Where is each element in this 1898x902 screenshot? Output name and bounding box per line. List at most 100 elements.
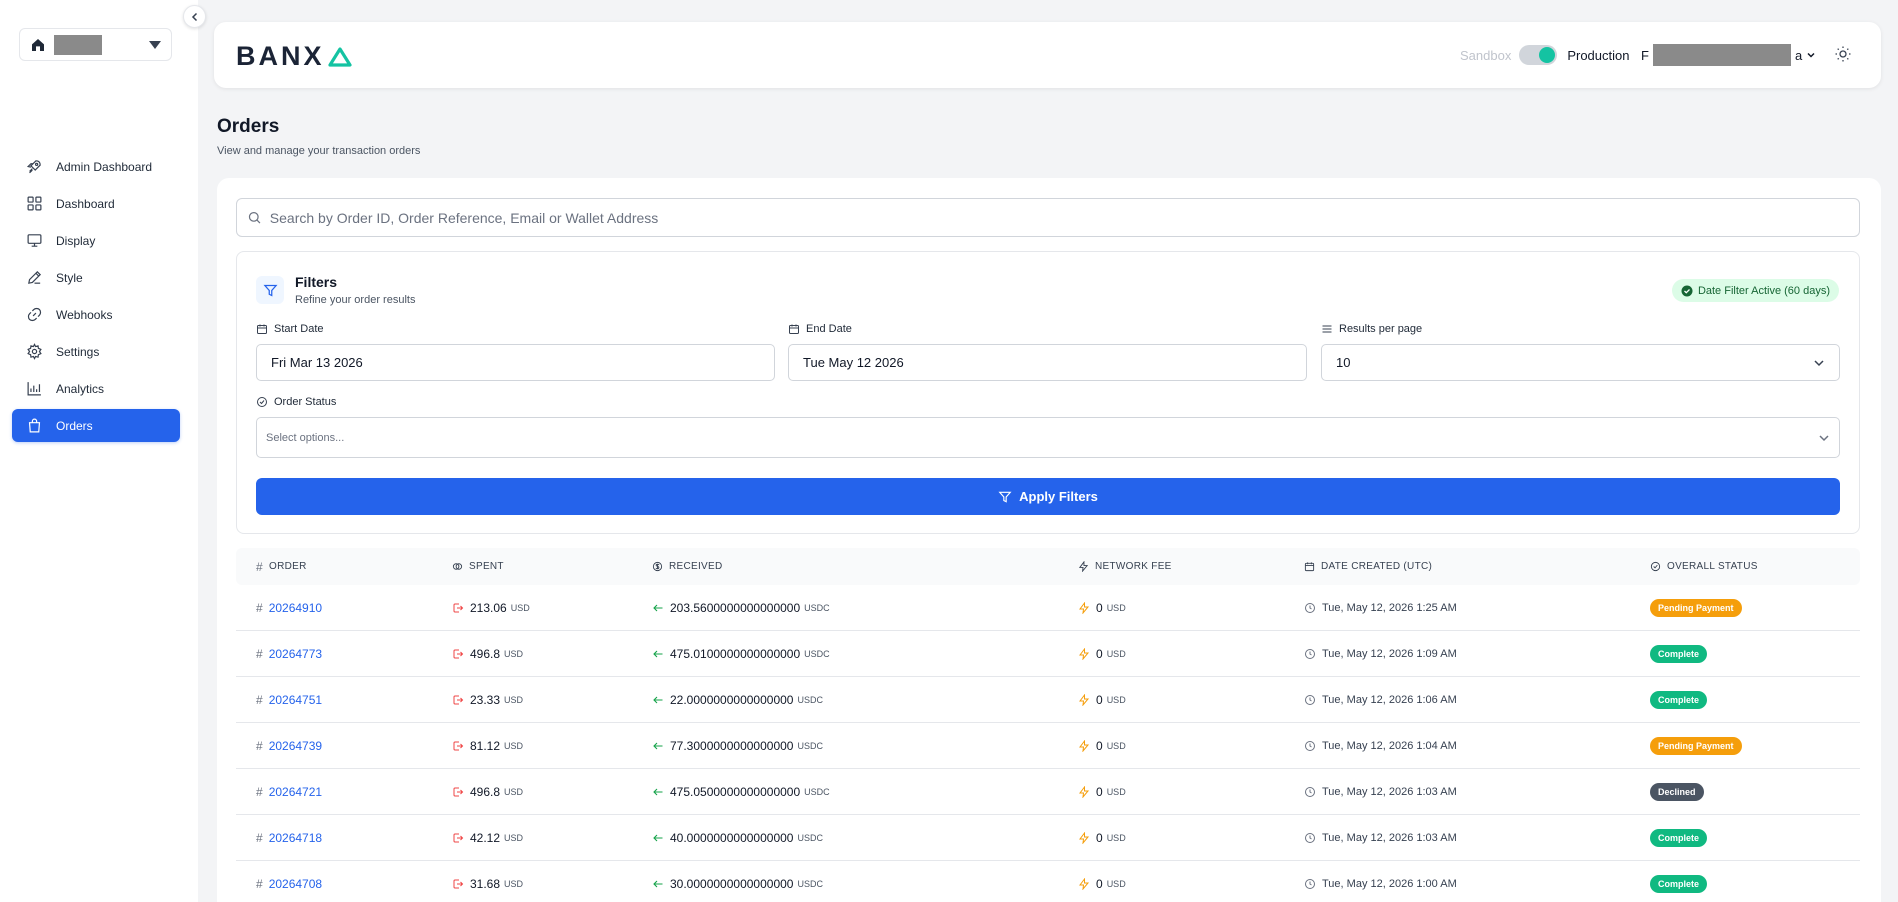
header-order[interactable]: # ORDER [256, 560, 307, 574]
spent-cell: 42.12 USD [452, 831, 523, 845]
fee-cell: 0 USD [1078, 785, 1126, 799]
page-title: Orders [217, 116, 280, 137]
header-date-created[interactable]: DATE CREATED (UTC) [1304, 561, 1432, 572]
received-unit: USDC [797, 878, 823, 889]
header-spent[interactable]: SPENT [452, 561, 504, 572]
shopping-bag-icon [28, 418, 41, 433]
environment-switch: Sandbox Production [1460, 22, 1629, 88]
end-date-field[interactable]: Tue May 12 2026 [788, 344, 1307, 381]
sidebar-item-label: Webhooks [56, 307, 113, 322]
received-cell: 475.0500000000000000 USDC [652, 785, 830, 799]
date-created-text: Tue, May 12, 2026 1:00 AM [1322, 877, 1457, 890]
order-cell: # 20264773 [256, 647, 322, 661]
date-created-text: Tue, May 12, 2026 1:03 AM [1322, 831, 1457, 844]
clock-icon [1305, 740, 1315, 751]
sidebar-item-style[interactable]: Style [12, 261, 180, 294]
table-row[interactable]: # 20264739 81.12 USD 77.3000000000000000… [236, 723, 1860, 769]
sidebar-item-analytics[interactable]: Analytics [12, 372, 180, 405]
check-circle-outline-icon [1650, 561, 1661, 572]
date-cell: Tue, May 12, 2026 1:04 AM [1304, 740, 1457, 752]
environment-toggle[interactable] [1519, 45, 1558, 65]
spent-amount: 213.06 [470, 600, 507, 615]
spent-cell: 23.33 USD [452, 693, 523, 707]
clock-icon [1305, 602, 1315, 613]
table-row[interactable]: # 20264718 42.12 USD 40.0000000000000000… [236, 815, 1860, 861]
spent-cell: 213.06 USD [452, 601, 530, 615]
filter-icon [262, 284, 278, 297]
sun-icon [1835, 46, 1851, 62]
sidebar-item-orders[interactable]: Orders [12, 409, 180, 442]
spent-amount: 496.8 [470, 784, 501, 799]
calendar-icon [789, 324, 799, 334]
arrow-left-icon [653, 880, 663, 887]
spent-unit: USD [504, 832, 524, 843]
order-cell: # 20264708 [256, 877, 322, 891]
order-id-link[interactable]: 20264739 [269, 739, 322, 753]
start-date-value: Fri Mar 13 2026 [271, 355, 363, 370]
sidebar-item-label: Analytics [56, 381, 105, 396]
table-row[interactable]: # 20264910 213.06 USD 203.56000000000000… [236, 585, 1860, 631]
theme-toggle-button[interactable] [1834, 45, 1852, 68]
table-row[interactable]: # 20264708 31.68 USD 30.0000000000000000… [236, 861, 1860, 902]
sidebar-item-settings[interactable]: Settings [12, 335, 180, 368]
results-per-page-select[interactable]: 10 [1321, 344, 1840, 381]
start-date-field[interactable]: Fri Mar 13 2026 [256, 344, 775, 381]
sidebar-item-webhooks[interactable]: Webhooks [12, 298, 180, 331]
date-cell: Tue, May 12, 2026 1:03 AM [1304, 832, 1457, 844]
order-id-link[interactable]: 20264718 [269, 831, 322, 845]
order-cell: # 20264721 [256, 785, 322, 799]
user-menu[interactable]: F a [1641, 44, 1816, 66]
header-order-text: ORDER [268, 561, 307, 572]
order-status-select[interactable]: Select options... [256, 417, 1840, 458]
chevron-left-icon [191, 12, 197, 21]
order-id-link[interactable]: 20264721 [269, 785, 322, 799]
sidebar-item-label: Orders [56, 418, 93, 433]
header-spent-text: SPENT [469, 561, 504, 572]
received-cell: 30.0000000000000000 USDC [652, 877, 823, 891]
sign-out-icon [453, 649, 464, 658]
bar-chart-icon [27, 382, 41, 396]
order-cell: # 20264718 [256, 831, 322, 845]
apply-filters-button[interactable]: Apply Filters [256, 478, 1840, 515]
date-created-text: Tue, May 12, 2026 1:03 AM [1322, 785, 1457, 798]
status-badge: Complete [1650, 828, 1708, 847]
order-id-link[interactable]: 20264708 [269, 877, 322, 891]
sidebar-item-label: Display [56, 233, 96, 248]
received-unit: USDC [804, 648, 830, 659]
sidebar-item-admin-dashboard[interactable]: Admin Dashboard [12, 150, 180, 183]
order-id-link[interactable]: 20264773 [269, 647, 322, 661]
table-row[interactable]: # 20264751 23.33 USD 22.0000000000000000… [236, 677, 1860, 723]
received-amount: 475.0500000000000000 [670, 784, 801, 799]
toggle-knob [1539, 47, 1556, 63]
status-cell: Complete [1650, 828, 1708, 847]
rocket-icon [26, 160, 41, 174]
header-overall-status[interactable]: OVERALL STATUS [1650, 561, 1758, 572]
fee-cell: 0 USD [1078, 601, 1126, 615]
spent-amount: 23.33 [470, 692, 501, 707]
chevron-down-icon [1807, 52, 1815, 58]
lightning-icon [1079, 601, 1090, 614]
workspace-name-redacted [54, 34, 102, 55]
user-name-suffix: a [1794, 47, 1803, 63]
sign-out-icon [453, 603, 464, 612]
spent-amount: 496.8 [470, 646, 501, 661]
order-id-link[interactable]: 20264910 [269, 601, 322, 615]
received-unit: USDC [804, 602, 830, 613]
collapse-sidebar-button[interactable] [183, 5, 206, 28]
status-cell: Complete [1650, 644, 1708, 663]
lightning-icon [1078, 561, 1089, 572]
header-received[interactable]: RECEIVED [652, 561, 723, 572]
order-cell: # 20264739 [256, 739, 322, 753]
sidebar-item-dashboard[interactable]: Dashboard [12, 187, 180, 220]
date-created-text: Tue, May 12, 2026 1:09 AM [1322, 647, 1457, 660]
table-row[interactable]: # 20264773 496.8 USD 475.010000000000000… [236, 631, 1860, 677]
table-row[interactable]: # 20264721 496.8 USD 475.050000000000000… [236, 769, 1860, 815]
header-network-fee[interactable]: NETWORK FEE [1078, 561, 1172, 572]
order-id-link[interactable]: 20264751 [269, 693, 322, 707]
search-input[interactable] [269, 209, 1849, 226]
received-amount: 475.0100000000000000 [670, 646, 801, 661]
order-cell: # 20264910 [256, 601, 322, 615]
sidebar-item-display[interactable]: Display [12, 224, 180, 257]
check-circle-icon [1681, 285, 1693, 296]
workspace-select[interactable] [19, 28, 172, 61]
